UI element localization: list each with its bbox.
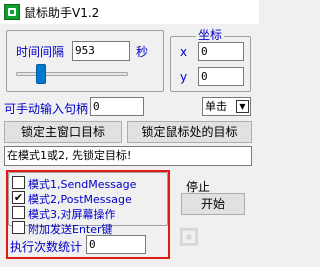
coords-title: 坐标 [196,26,225,43]
manual-handle-label: 可手动输入句柄 [4,102,89,116]
mode3-label[interactable]: 模式3,对屏幕操作 [28,206,116,222]
interval-input[interactable]: 953 [72,41,130,61]
click-mode-value: 单击 [205,100,227,113]
x-label: x [180,45,188,59]
lock-main-window-button[interactable]: 锁定主窗口目标 [4,121,122,143]
interval-slider-thumb[interactable] [36,64,46,84]
status-message: 在模式1或2, 先锁定目标! [4,146,252,166]
send-enter-checkbox[interactable] [12,221,25,234]
mode1-label[interactable]: 模式1,SendMessage [28,176,136,192]
count-field: 0 [86,235,146,254]
y-field[interactable]: 0 [198,67,244,86]
mode1-checkbox[interactable] [12,176,25,189]
interval-slider-track[interactable] [16,72,128,76]
count-label: 执行次数统计 [10,240,83,254]
manual-handle-input[interactable]: 0 [90,97,144,116]
interval-group [6,30,164,92]
interval-label: 时间间隔 [16,45,65,59]
x-field[interactable]: 0 [198,42,244,61]
y-label: y [180,70,188,84]
chevron-down-icon[interactable]: ▼ [236,100,249,113]
mode2-label[interactable]: 模式2,PostMessage [28,191,132,207]
lock-mouse-target-button[interactable]: 锁定鼠标处的目标 [127,121,252,143]
start-button[interactable]: 开始 [181,193,245,215]
mode3-checkbox[interactable] [12,206,25,219]
watermark-logo: ⊡ [178,222,200,252]
window-title: 鼠标助手V1.2 [24,6,100,20]
interval-unit: 秒 [136,45,149,59]
app-icon [4,4,20,20]
mode2-checkbox[interactable]: ✔ [12,191,25,204]
